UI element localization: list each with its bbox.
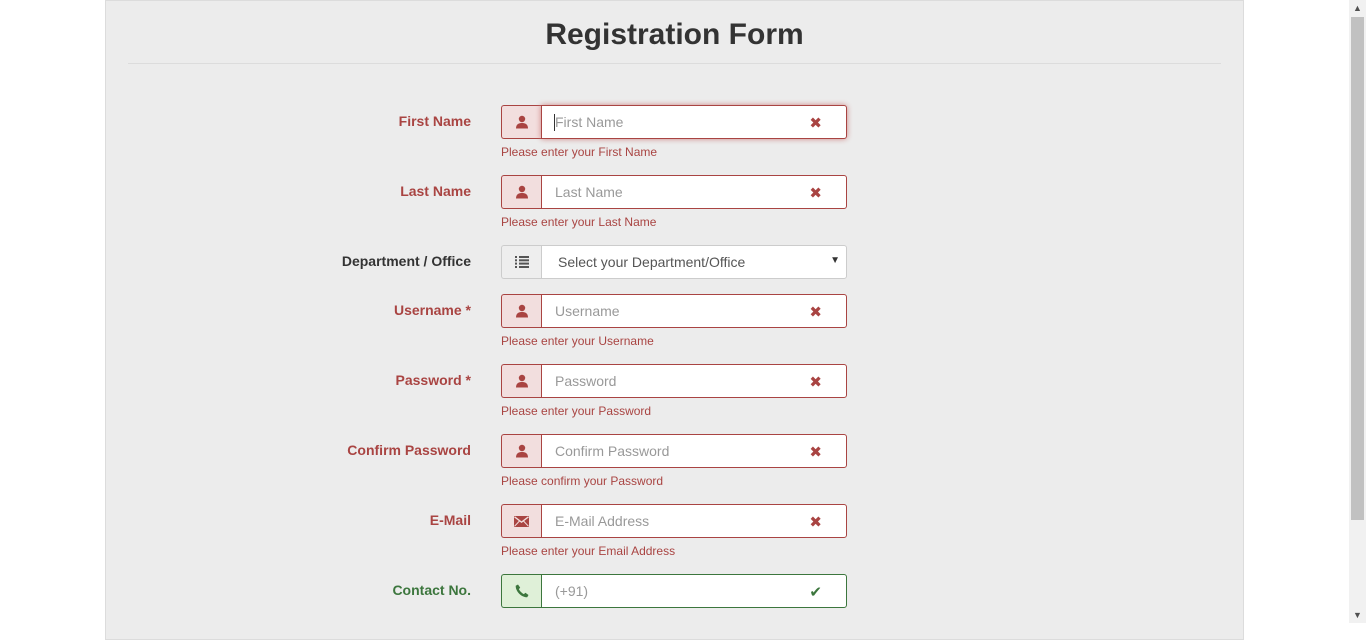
department-select[interactable]: Select your Department/Office ▼ [541,245,847,279]
last-name-input[interactable]: Last Name ✖ [541,175,847,209]
confirm-password-row: Confirm Password Confirm Password ✖ Plea… [106,434,1243,488]
confirm-password-help: Please confirm your Password [501,474,664,488]
department-selected-value: Select your Department/Office [558,254,746,270]
user-icon [501,294,541,328]
last-name-help: Please enter your Last Name [501,215,657,229]
first-name-group: First Name ✖ [501,105,847,139]
confirm-password-placeholder: Confirm Password [555,443,670,459]
last-name-group: Last Name ✖ [501,175,847,209]
scroll-up-arrow-icon[interactable]: ▲ [1353,3,1362,13]
page-title: Registration Form [545,18,804,51]
password-placeholder: Password [555,373,617,389]
contact-placeholder: (+91) [555,583,589,599]
error-x-icon: ✖ [809,115,822,132]
first-name-placeholder: First Name [555,114,624,130]
username-row: Username * Username ✖ Please enter your … [106,294,1243,348]
last-name-label: Last Name [400,183,471,199]
vertical-scrollbar[interactable]: ▲ ▼ [1349,0,1366,623]
error-x-icon: ✖ [809,304,822,321]
username-label: Username * [393,302,471,318]
last-name-row: Last Name Last Name ✖ Please enter your … [106,175,1243,229]
dropdown-caret-icon: ▼ [830,255,840,266]
contact-label: Contact No. [392,582,471,598]
divider [128,63,1221,64]
first-name-label: First Name [398,113,471,129]
envelope-icon [501,504,541,538]
confirm-password-group: Confirm Password ✖ [501,434,847,468]
last-name-placeholder: Last Name [555,184,623,200]
first-name-input[interactable]: First Name ✖ [541,105,847,139]
email-placeholder: E-Mail Address [555,513,650,529]
confirm-password-input[interactable]: Confirm Password ✖ [541,434,847,468]
department-label: Department / Office [341,253,471,269]
first-name-help: Please enter your First Name [501,145,658,159]
user-icon [501,105,541,139]
department-row: Department / Office Select your Departme… [106,245,1243,279]
registration-panel: Registration Form First Name First Name … [105,0,1244,640]
password-group: Password ✖ [501,364,847,398]
password-input[interactable]: Password ✖ [541,364,847,398]
email-group: E-Mail Address ✖ [501,504,847,538]
email-input[interactable]: E-Mail Address ✖ [541,504,847,538]
error-x-icon: ✖ [809,514,822,531]
department-group: Select your Department/Office ▼ [501,245,847,279]
confirm-password-label: Confirm Password [347,442,471,458]
email-help: Please enter your Email Address [501,544,676,558]
error-x-icon: ✖ [809,185,822,202]
phone-icon [501,574,541,608]
email-label: E-Mail [429,512,471,528]
contact-input[interactable]: (+91) ✔ [541,574,847,608]
user-icon [501,434,541,468]
first-name-row: First Name First Name ✖ Please enter you… [106,105,1243,159]
contact-row: Contact No. (+91) ✔ [106,574,1243,608]
user-icon [501,364,541,398]
user-icon [501,175,541,209]
username-group: Username ✖ [501,294,847,328]
error-x-icon: ✖ [809,444,822,461]
username-input[interactable]: Username ✖ [541,294,847,328]
error-x-icon: ✖ [809,374,822,391]
check-icon: ✔ [809,584,822,601]
email-row: E-Mail E-Mail Address ✖ Please enter you… [106,504,1243,558]
scroll-down-arrow-icon[interactable]: ▼ [1353,610,1362,620]
password-help: Please enter your Password [501,404,652,418]
password-label: Password * [395,372,471,388]
username-placeholder: Username [555,303,620,319]
contact-group: (+91) ✔ [501,574,847,608]
scrollbar-thumb[interactable] [1351,17,1364,520]
username-help: Please enter your Username [501,334,654,348]
password-row: Password * Password ✖ Please enter your … [106,364,1243,418]
list-icon [501,245,541,279]
